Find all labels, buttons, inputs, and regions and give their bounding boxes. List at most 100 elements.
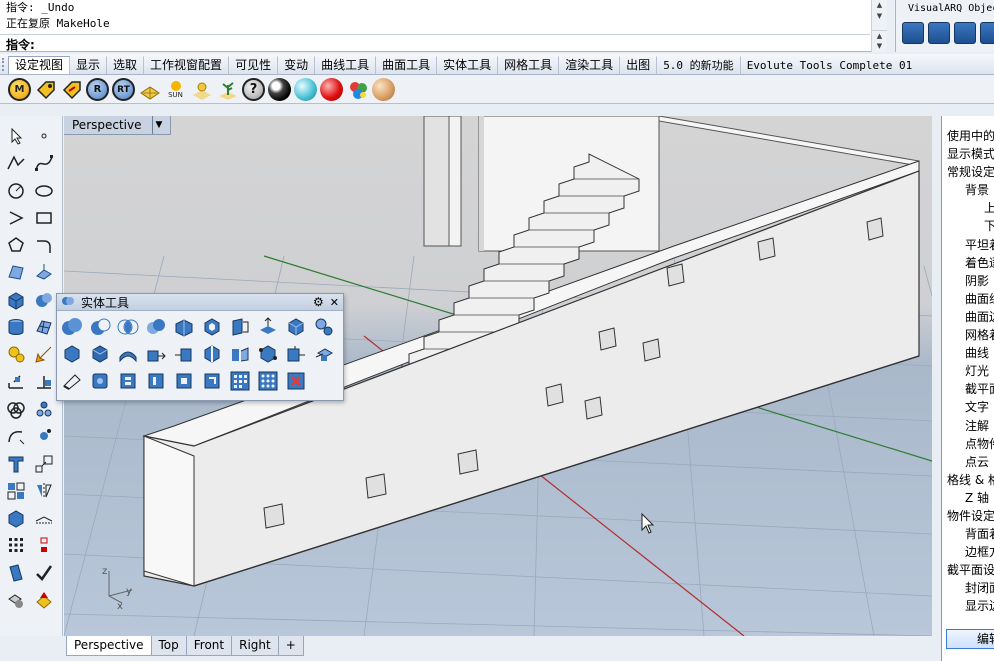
fold-face-icon[interactable] (228, 342, 252, 366)
point-icon[interactable] (32, 124, 56, 148)
cylinder-icon[interactable] (4, 315, 28, 339)
tab-curve-tools[interactable]: 曲线工具 (314, 56, 376, 74)
extract-surface-icon[interactable] (172, 315, 196, 339)
viewport-title[interactable]: Perspective ▼ (64, 116, 172, 135)
tab-perspective[interactable]: Perspective (66, 636, 152, 656)
tab-surface-tools[interactable]: 曲面工具 (375, 56, 437, 74)
rotate-hole-icon[interactable] (200, 369, 224, 393)
boolean-split-icon[interactable] (144, 315, 168, 339)
ground-plane-icon[interactable] (138, 78, 161, 101)
property-row[interactable]: 边框方 (942, 543, 994, 561)
mesh-icon[interactable] (32, 315, 56, 339)
property-row[interactable]: 常规设定 (942, 163, 994, 181)
tab-render-tools[interactable]: 渲染工具 (558, 56, 620, 74)
bend-icon[interactable] (116, 342, 140, 366)
ellipse-icon[interactable] (32, 179, 56, 203)
property-row[interactable]: 点物件 (942, 435, 994, 453)
layer-plane-icon[interactable] (32, 506, 56, 530)
property-row[interactable]: 平坦着 (942, 236, 994, 254)
circle-icon[interactable] (4, 179, 28, 203)
tab-evolute-tools[interactable]: Evolute Tools Complete 01 (739, 56, 920, 74)
move-hole-icon[interactable] (312, 342, 336, 366)
mirror-icon[interactable] (32, 479, 56, 503)
boolean-union-icon[interactable] (60, 315, 84, 339)
command-input[interactable] (42, 36, 862, 50)
solid-tools-palette[interactable]: 实体工具 ⚙ ✕ (56, 293, 344, 401)
tab-drafting[interactable]: 出图 (619, 56, 657, 74)
gear-icon[interactable]: ⚙ (313, 295, 324, 309)
shapes-icon[interactable] (4, 588, 28, 612)
property-row[interactable]: 背景 (942, 181, 994, 199)
help-icon[interactable]: ? (242, 78, 265, 101)
property-row[interactable]: 显示边 (942, 597, 994, 615)
cap-planar-icon[interactable] (256, 342, 280, 366)
text-icon[interactable] (4, 452, 28, 476)
close-icon[interactable]: ✕ (330, 296, 339, 309)
box-icon[interactable] (60, 342, 84, 366)
tab-right[interactable]: Right (231, 636, 279, 656)
extrude-face-icon[interactable] (144, 342, 168, 366)
command-scrollbar[interactable]: ▲ ▼ ▲ ▼ (871, 0, 887, 52)
array-hole-icon[interactable] (228, 369, 252, 393)
check-icon[interactable] (32, 561, 56, 585)
shell-icon[interactable] (200, 315, 224, 339)
property-row[interactable]: 曲面边 (942, 308, 994, 326)
property-row[interactable]: 上 (942, 199, 994, 217)
rotate-face-icon[interactable] (88, 369, 112, 393)
door-icon[interactable] (980, 22, 994, 44)
chevron-down-icon[interactable]: ▼ (151, 116, 162, 134)
array-icon[interactable] (4, 533, 28, 557)
property-row[interactable]: 曲面组 (942, 290, 994, 308)
gear-edit-icon[interactable] (312, 315, 336, 339)
property-row[interactable]: 显示模式 (942, 145, 994, 163)
texture-sphere-icon[interactable] (294, 78, 317, 101)
dimension-icon[interactable] (4, 370, 28, 394)
material-sphere-icon[interactable] (320, 78, 343, 101)
tab-new-in-v5[interactable]: 5.0 的新功能 (656, 56, 741, 74)
property-row[interactable]: 灯光 (942, 362, 994, 380)
tab-display[interactable]: 显示 (69, 56, 107, 74)
arc-tool-icon[interactable] (4, 424, 28, 448)
round-hole-icon[interactable] (144, 369, 168, 393)
box-face-icon[interactable] (88, 342, 112, 366)
property-row[interactable]: 下 (942, 217, 994, 235)
curve-icon[interactable] (32, 151, 56, 175)
arc-icon[interactable] (4, 206, 28, 230)
plant-icon[interactable] (216, 78, 239, 101)
wall-icon[interactable] (902, 22, 924, 44)
tab-front[interactable]: Front (185, 636, 233, 656)
explode-icon[interactable] (32, 533, 56, 557)
points-group-icon[interactable] (32, 397, 56, 421)
property-row[interactable]: 截平面 (942, 380, 994, 398)
make-hole-icon[interactable] (228, 315, 252, 339)
add-viewport-button[interactable]: + (277, 636, 304, 656)
tab-set-view[interactable]: 设定视图 (8, 56, 71, 74)
edit-button[interactable]: 编辑 (946, 629, 994, 649)
property-row[interactable]: 背面着 (942, 525, 994, 543)
boolean-difference-icon[interactable] (88, 315, 112, 339)
solid-box-icon[interactable] (284, 315, 308, 339)
boolean-icon[interactable] (4, 397, 28, 421)
tag-icon[interactable] (34, 78, 57, 101)
render-icon[interactable]: R (86, 78, 109, 101)
rectangle-icon[interactable] (32, 206, 56, 230)
polyline-icon[interactable] (4, 151, 28, 175)
block-icon[interactable] (4, 479, 28, 503)
move-face-icon[interactable] (256, 315, 280, 339)
hole-array-icon[interactable] (116, 369, 140, 393)
property-row[interactable]: 注解 (942, 417, 994, 435)
scroll-up-arrow-icon[interactable]: ▲ (872, 0, 887, 11)
tab-solid-tools[interactable]: 实体工具 (436, 56, 498, 74)
clipboard-icon[interactable] (4, 561, 28, 585)
property-row[interactable]: 文字 (942, 398, 994, 416)
select-arrow-icon[interactable] (4, 124, 28, 148)
property-row[interactable]: 阴影 (942, 272, 994, 290)
surface-icon[interactable] (4, 260, 28, 284)
property-row[interactable]: 格线 & 格 (942, 471, 994, 489)
tab-visibility[interactable]: 可见性 (228, 56, 278, 74)
delete-hole-icon[interactable] (284, 369, 308, 393)
scroll-down-arrow-icon[interactable]: ▼ (872, 41, 887, 52)
place-hole-icon[interactable] (172, 369, 196, 393)
tab-transform[interactable]: 变动 (277, 56, 315, 74)
palette-titlebar[interactable]: 实体工具 ⚙ ✕ (57, 294, 343, 311)
